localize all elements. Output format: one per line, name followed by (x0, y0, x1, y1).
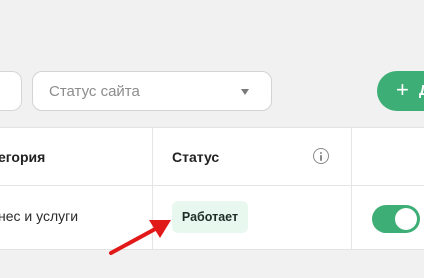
chevron-down-icon (241, 89, 249, 95)
status-badge: Работает (172, 201, 248, 233)
page: Статус сайта + Д егория Статус нес и усл… (0, 0, 424, 278)
info-icon-dot (319, 151, 322, 154)
column-header-status[interactable]: Статус (172, 149, 219, 165)
site-toggle[interactable] (372, 205, 420, 233)
status-select[interactable]: Статус сайта (32, 71, 272, 111)
info-icon-stem (319, 155, 322, 161)
toggle-knob (395, 208, 417, 230)
column-header-category: егория (0, 149, 46, 165)
filter-input-partial[interactable] (0, 71, 22, 111)
plus-icon: + (396, 77, 409, 102)
add-button-label: Д (419, 82, 424, 99)
column-divider (152, 128, 153, 249)
column-divider (351, 128, 352, 249)
info-icon[interactable] (313, 148, 329, 164)
row-divider (0, 185, 424, 186)
table-cell-category: нес и услуги (0, 208, 79, 224)
add-button[interactable]: + Д (377, 71, 424, 111)
status-select-placeholder: Статус сайта (49, 83, 140, 100)
